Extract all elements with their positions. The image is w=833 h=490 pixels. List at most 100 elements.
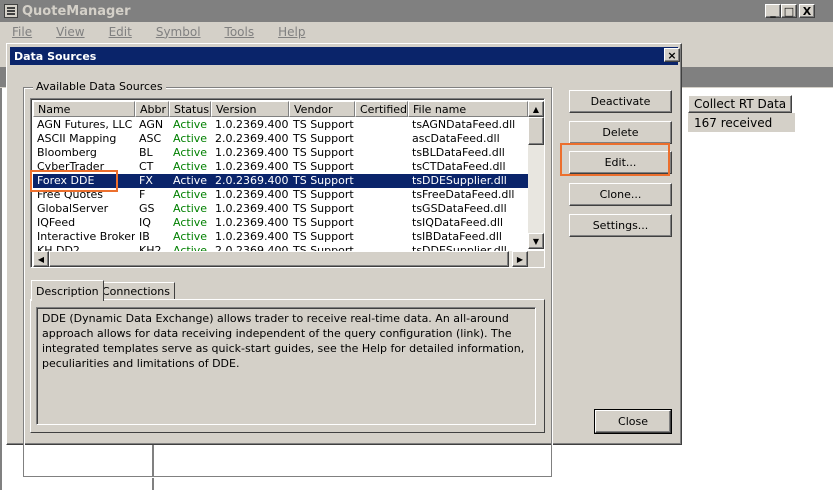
cell-name: CyberTrader <box>37 160 105 173</box>
cell-vendor: TS Support <box>293 174 354 187</box>
group-label: Available Data Sources <box>33 80 166 93</box>
cell-name: Interactive Brokers <box>37 230 135 243</box>
cell-abbr: AGN <box>139 118 164 131</box>
cell-name: Forex DDE <box>37 174 95 187</box>
description-text: DDE (Dynamic Data Exchange) allows trade… <box>36 307 536 425</box>
settings-button[interactable]: Settings... <box>569 214 672 237</box>
grid-column-header-collect-rt[interactable]: Collect RT Data ... <box>688 95 792 113</box>
table-row[interactable]: Free Quotes F Active 1.0.2369.400 TS Support… <box>33 188 528 202</box>
column-header-abbr[interactable]: Abbr <box>135 101 169 117</box>
cell-certified <box>355 230 408 244</box>
cell-file: tsCTDataFeed.dll <box>412 160 506 173</box>
scroll-down-button[interactable]: ▼ <box>528 233 544 249</box>
cell-vendor: TS Support <box>293 188 354 201</box>
horizontal-scrollbar[interactable]: ◀ ▶ <box>33 251 528 267</box>
cell-certified <box>355 132 408 146</box>
cell-status: Active <box>173 146 208 159</box>
menu-file[interactable]: File <box>6 25 38 39</box>
table-row[interactable]: Forex DDE FX Active 2.0.2369.400 TS Support t… <box>33 174 528 188</box>
table-row[interactable]: IQFeed IQ Active 1.0.2369.400 TS Support tsIQ… <box>33 216 528 230</box>
cell-abbr: FX <box>139 174 153 187</box>
dialog-close-button[interactable]: × <box>664 48 680 62</box>
table-row[interactable]: AGN Futures, LLC AGN Active 1.0.2369.400 TS … <box>33 118 528 132</box>
tab-description-label: Description <box>36 284 99 298</box>
cell-file: tsFreeDataFeed.dll <box>412 188 515 201</box>
menu-edit[interactable]: Edit <box>103 25 138 39</box>
cell-version: 1.0.2369.400 <box>215 188 289 201</box>
cell-certified <box>355 202 408 216</box>
data-sources-list[interactable]: Name Abbr Status Version Vendor Certifie… <box>30 98 545 268</box>
cell-certified <box>355 118 408 132</box>
table-row[interactable]: CyberTrader CT Active 1.0.2369.400 TS Suppor… <box>33 160 528 174</box>
vertical-scroll-thumb[interactable] <box>528 117 544 145</box>
cell-certified <box>355 146 408 160</box>
cell-file: tsGSDataFeed.dll <box>412 202 507 215</box>
scroll-up-button[interactable]: ▲ <box>528 101 544 117</box>
clone-button[interactable]: Clone... <box>569 183 672 206</box>
list-header: Name Abbr Status Version Vendor Certifie… <box>33 101 528 117</box>
cell-vendor: TS Support <box>293 160 354 173</box>
cell-abbr: CT <box>139 160 154 173</box>
minimize-button[interactable]: _ <box>765 4 781 18</box>
cell-abbr: ASC <box>139 132 162 145</box>
scroll-corner <box>528 251 544 267</box>
table-row[interactable]: ASCII Mapping ASC Active 2.0.2369.400 TS Sup… <box>33 132 528 146</box>
cell-file: tsAGNDataFeed.dll <box>412 118 516 131</box>
cell-status: Active <box>173 188 208 201</box>
column-header-certified[interactable]: Certified <box>355 101 408 117</box>
menu-bar: File View Edit Symbol Tools Help <box>0 22 833 41</box>
tab-connections[interactable]: Connections <box>97 282 175 300</box>
cell-status: Active <box>173 230 208 243</box>
column-header-vendor[interactable]: Vendor <box>289 101 355 117</box>
cell-vendor: TS Support <box>293 146 354 159</box>
cell-version: 1.0.2369.400 <box>215 216 289 229</box>
deactivate-button[interactable]: Deactivate <box>569 90 672 113</box>
menu-help[interactable]: Help <box>272 25 311 39</box>
app-title: QuoteManager <box>22 3 131 19</box>
cell-certified <box>355 216 408 230</box>
cell-abbr: IQ <box>139 216 151 229</box>
cell-abbr: F <box>139 188 146 201</box>
cell-vendor: TS Support <box>293 202 354 215</box>
scroll-right-button[interactable]: ▶ <box>512 251 528 267</box>
app-title-bar: QuoteManager _ □ X <box>0 0 833 22</box>
cell-version: 2.0.2369.400 <box>215 174 289 187</box>
cell-version: 2.0.2369.400 <box>215 132 289 145</box>
column-header-status[interactable]: Status <box>169 101 211 117</box>
cell-version: 1.0.2369.400 <box>215 118 289 131</box>
cell-file: tsBLDataFeed.dll <box>412 146 505 159</box>
maximize-button[interactable]: □ <box>781 4 797 18</box>
cell-file: tsDDESupplier.dll <box>412 174 507 187</box>
scroll-left-button[interactable]: ◀ <box>33 251 49 267</box>
cell-vendor: TS Support <box>293 216 354 229</box>
cell-version: 1.0.2369.400 <box>215 146 289 159</box>
menu-tools[interactable]: Tools <box>219 25 261 39</box>
delete-button[interactable]: Delete <box>569 121 672 144</box>
cell-name: Free Quotes <box>37 188 104 201</box>
cell-vendor: TS Support <box>293 132 354 145</box>
table-row[interactable]: Interactive Brokers IB Active 1.0.2369.400 T… <box>33 230 528 244</box>
horizontal-scroll-thumb[interactable] <box>49 251 509 267</box>
close-button[interactable]: Close <box>594 409 672 434</box>
tab-description[interactable]: Description <box>31 280 104 301</box>
list-rows: AGN Futures, LLC AGN Active 1.0.2369.400 TS … <box>33 118 528 258</box>
cell-status: Active <box>173 118 208 131</box>
vertical-scrollbar[interactable]: ▲ ▼ <box>528 101 544 249</box>
edit-button[interactable]: Edit... <box>569 151 672 174</box>
cell-status: Active <box>173 132 208 145</box>
column-header-name[interactable]: Name <box>33 101 135 117</box>
menu-view[interactable]: View <box>50 25 90 39</box>
menu-symbol[interactable]: Symbol <box>150 25 207 39</box>
column-header-file-name[interactable]: File name <box>408 101 528 117</box>
data-sources-dialog: Data Sources × Available Data Sources Na… <box>6 43 682 477</box>
cell-version: 1.0.2369.400 <box>215 160 289 173</box>
app-close-button[interactable]: X <box>799 4 815 18</box>
table-row[interactable]: Bloomberg BL Active 1.0.2369.400 TS Support t… <box>33 146 528 160</box>
cell-status: Active <box>173 202 208 215</box>
cell-version: 1.0.2369.400 <box>215 230 289 243</box>
cell-file: tsIBDataFeed.dll <box>412 230 502 243</box>
table-row[interactable]: GlobalServer GS Active 1.0.2369.400 TS Suppo… <box>33 202 528 216</box>
dialog-title: Data Sources <box>14 49 97 63</box>
column-header-version[interactable]: Version <box>211 101 289 117</box>
grid-divider <box>0 88 2 490</box>
